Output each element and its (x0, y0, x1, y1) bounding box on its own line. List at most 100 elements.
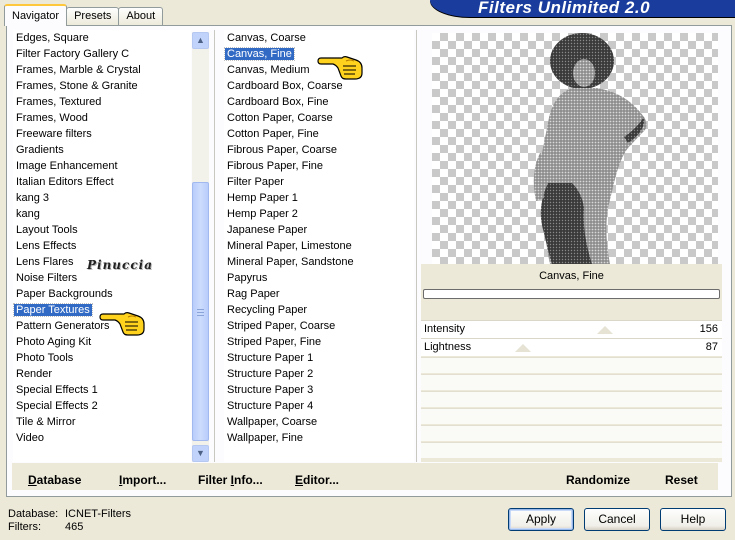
list-item[interactable]: Frames, Textured (13, 94, 191, 110)
cancel-button[interactable]: Cancel (584, 508, 650, 531)
list-item[interactable]: kang (13, 206, 191, 222)
list-item[interactable]: Papyrus (224, 270, 414, 286)
list-item[interactable]: Filter Paper (224, 174, 414, 190)
list-item[interactable]: Canvas, Coarse (224, 30, 414, 46)
list-item[interactable]: Hemp Paper 1 (224, 190, 414, 206)
list-item[interactable]: Edges, Square (13, 30, 191, 46)
list-item[interactable]: Render (13, 366, 191, 382)
list-item[interactable]: Frames, Marble & Crystal (13, 62, 191, 78)
tab-navigator[interactable]: Navigator (4, 4, 68, 26)
list-item[interactable]: Hemp Paper 2 (224, 206, 414, 222)
list-item-label: Layout Tools (16, 224, 78, 236)
tab-about[interactable]: About (118, 7, 164, 26)
list-item[interactable]: kang 3 (13, 190, 191, 206)
list-item[interactable]: Lens Effects (13, 238, 191, 254)
lightness-slider[interactable]: Lightness 87 (421, 338, 722, 356)
list-item-label: Cardboard Box, Fine (227, 96, 329, 108)
list-item-label: Paper Textures (13, 303, 93, 317)
lightness-label: Lightness (424, 341, 472, 353)
list-item-label: Structure Paper 4 (227, 400, 314, 412)
list-item[interactable]: Photo Tools (13, 350, 191, 366)
list-item[interactable]: Frames, Wood (13, 110, 191, 126)
list-item[interactable]: Frames, Stone & Granite (13, 78, 191, 94)
list-item[interactable]: Tile & Mirror (13, 414, 191, 430)
list-item[interactable]: Cardboard Box, Fine (224, 94, 414, 110)
intensity-value: 156 (699, 323, 718, 335)
list-item[interactable]: Video (13, 430, 191, 446)
grip-icon (197, 309, 204, 316)
reset-button[interactable]: Reset (665, 473, 698, 487)
list-item[interactable]: Structure Paper 4 (224, 398, 414, 414)
list-item-label: Hemp Paper 1 (227, 192, 298, 204)
scroll-down-arrow-icon[interactable]: ▼ (192, 445, 209, 462)
list-item[interactable]: Cotton Paper, Fine (224, 126, 414, 142)
list-item[interactable]: Rag Paper (224, 286, 414, 302)
list-item[interactable]: Filter Factory Gallery C (13, 46, 191, 62)
list-item[interactable]: Paper Backgrounds (13, 286, 191, 302)
list-item[interactable]: Special Effects 1 (13, 382, 191, 398)
list-item[interactable]: Japanese Paper (224, 222, 414, 238)
list-item-label: Canvas, Coarse (227, 32, 306, 44)
database-button[interactable]: Database (28, 473, 81, 487)
list-item[interactable]: Structure Paper 2 (224, 366, 414, 382)
help-button[interactable]: Help (660, 508, 726, 531)
list-item-label: Papyrus (227, 272, 268, 284)
current-filter-name: Canvas, Fine (539, 270, 604, 282)
editor-button[interactable]: Editor... (295, 473, 339, 487)
list-item-label: Canvas, Fine (224, 47, 295, 61)
list-divider (416, 30, 417, 462)
list-item[interactable]: Gradients (13, 142, 191, 158)
list-item[interactable]: Italian Editors Effect (13, 174, 191, 190)
tab-presets[interactable]: Presets (66, 7, 120, 26)
list-item-label: Fibrous Paper, Coarse (227, 144, 338, 156)
list-item-label: Paper Backgrounds (16, 288, 113, 300)
list-item-label: Photo Aging Kit (16, 336, 92, 348)
import-button[interactable]: Import... (119, 473, 166, 487)
list-item-label: Rag Paper (227, 288, 280, 300)
intensity-label: Intensity (424, 323, 465, 335)
filter-list[interactable]: Canvas, Coarse Canvas, Fine Canvas, Medium… (224, 30, 414, 462)
intensity-slider[interactable]: Intensity 156 (421, 320, 722, 338)
list-item[interactable]: Structure Paper 1 (224, 350, 414, 366)
list-item[interactable]: Image Enhancement (13, 158, 191, 174)
slider-thumb-icon[interactable] (515, 344, 531, 352)
list-item-label: Special Effects 2 (16, 400, 98, 412)
list-item[interactable]: Mineral Paper, Limestone (224, 238, 414, 254)
list-item[interactable]: Wallpaper, Coarse (224, 414, 414, 430)
lightness-value: 87 (705, 341, 718, 353)
database-label: Database: (8, 508, 59, 520)
empty-slider-row (421, 442, 722, 458)
list-item-label: Frames, Stone & Granite (16, 80, 138, 92)
scroll-up-arrow-icon[interactable]: ▲ (192, 32, 209, 49)
app-banner-title: Filters Unlimited 2.0 (430, 0, 735, 17)
list-item[interactable]: Freeware filters (13, 126, 191, 142)
list-item[interactable]: Cotton Paper, Coarse (224, 110, 414, 126)
list-item-label: Video (16, 432, 44, 444)
list-item-label: Striped Paper, Fine (227, 336, 322, 348)
randomize-button[interactable]: Randomize (566, 473, 630, 487)
database-info: Database: ICNET-Filters Filters: 465 (8, 508, 131, 534)
list-item[interactable]: Fibrous Paper, Coarse (224, 142, 414, 158)
list-item[interactable]: Structure Paper 3 (224, 382, 414, 398)
apply-button[interactable]: Apply (508, 508, 574, 531)
list-item[interactable]: Wallpaper, Fine (224, 430, 414, 446)
list-item-label: kang 3 (16, 192, 50, 204)
category-scrollbar[interactable]: ▲ ▼ (192, 32, 209, 462)
list-item[interactable]: Special Effects 2 (13, 398, 191, 414)
scroll-thumb[interactable] (192, 182, 209, 441)
empty-slider-row (421, 357, 722, 373)
slider-thumb-icon[interactable] (597, 326, 613, 334)
list-item[interactable]: Recycling Paper (224, 302, 414, 318)
list-item-label: kang (16, 208, 40, 220)
list-item-label: Filter Factory Gallery C (16, 48, 130, 60)
list-item[interactable]: Mineral Paper, Sandstone (224, 254, 414, 270)
list-item[interactable]: Layout Tools (13, 222, 191, 238)
list-item[interactable]: Striped Paper, Fine (224, 334, 414, 350)
tab-strip: Navigator Presets About (4, 4, 164, 26)
list-item[interactable]: Fibrous Paper, Fine (224, 158, 414, 174)
list-item[interactable]: Striped Paper, Coarse (224, 318, 414, 334)
list-item-label: Fibrous Paper, Fine (227, 160, 323, 172)
filter-info-button[interactable]: Filter Info... (198, 473, 263, 487)
category-list[interactable]: Edges, Square Filter Factory Gallery C Fra… (13, 30, 191, 462)
list-item[interactable]: Noise Filters (13, 270, 191, 286)
